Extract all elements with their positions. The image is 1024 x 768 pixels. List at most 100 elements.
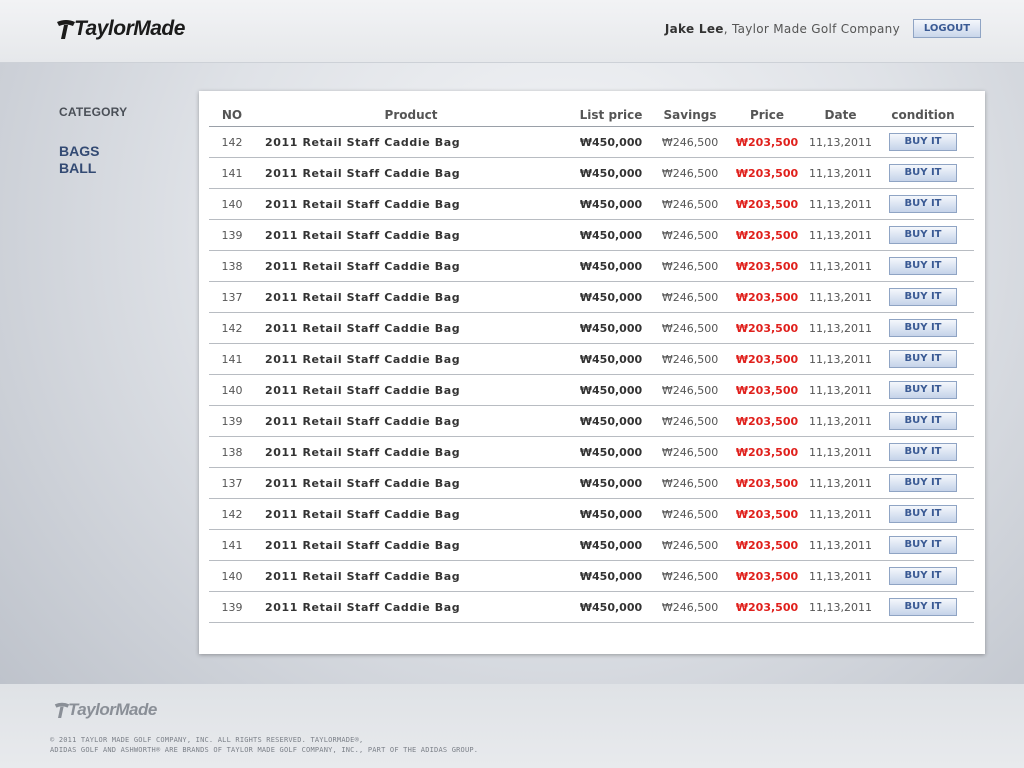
- row-list-price: ₩450,000: [567, 374, 656, 406]
- row-price: ₩203,500: [725, 560, 810, 592]
- row-condition: BUY IT: [872, 529, 974, 561]
- row-savings: ₩246,500: [655, 188, 726, 220]
- row-condition: BUY IT: [872, 591, 974, 623]
- row-no: 142: [209, 498, 255, 530]
- taylormade-logo[interactable]: TaylorMade: [56, 17, 185, 41]
- product-panel: NO Product List price Savings Price Date…: [199, 91, 985, 654]
- row-price: ₩203,500: [725, 343, 810, 375]
- footer-brand-name: TaylorMade: [68, 700, 157, 719]
- copyright-line-2: ADIDAS GOLF AND ASHWORTH® ARE BRANDS OF …: [50, 746, 479, 754]
- category-item-bags[interactable]: BAGS: [59, 143, 127, 160]
- table-row: 139 2011 Retail Staff Caddie Bag ₩450,000 ₩…: [209, 405, 974, 437]
- col-header-no: NO: [209, 103, 255, 127]
- row-product: 2011 Retail Staff Caddie Bag: [255, 498, 568, 530]
- row-date: 11,13,2011: [809, 467, 872, 499]
- buy-it-button[interactable]: BUY IT: [889, 598, 957, 616]
- footer-logo[interactable]: TaylorMade: [54, 700, 157, 720]
- copyright-line-1: © 2011 TAYLOR MADE GOLF COMPANY, INC. AL…: [50, 736, 364, 744]
- buy-it-button[interactable]: BUY IT: [889, 350, 957, 368]
- category-list: BAGS BALL: [59, 143, 127, 177]
- row-date: 11,13,2011: [809, 126, 872, 158]
- header: TaylorMade Jake Lee, Taylor Made Golf Co…: [0, 0, 1024, 63]
- row-date: 11,13,2011: [809, 405, 872, 437]
- row-product: 2011 Retail Staff Caddie Bag: [255, 560, 568, 592]
- buy-it-button[interactable]: BUY IT: [889, 164, 957, 182]
- row-list-price: ₩450,000: [567, 467, 656, 499]
- row-savings: ₩246,500: [655, 529, 726, 561]
- buy-it-button[interactable]: BUY IT: [889, 226, 957, 244]
- row-list-price: ₩450,000: [567, 591, 656, 623]
- row-condition: BUY IT: [872, 126, 974, 158]
- row-list-price: ₩450,000: [567, 281, 656, 313]
- row-condition: BUY IT: [872, 374, 974, 406]
- row-savings: ₩246,500: [655, 374, 726, 406]
- row-price: ₩203,500: [725, 467, 810, 499]
- table-row: 139 2011 Retail Staff Caddie Bag ₩450,000 ₩…: [209, 219, 974, 251]
- table-row: 137 2011 Retail Staff Caddie Bag ₩450,000 ₩…: [209, 281, 974, 313]
- row-condition: BUY IT: [872, 157, 974, 189]
- buy-it-button[interactable]: BUY IT: [889, 412, 957, 430]
- row-condition: BUY IT: [872, 498, 974, 530]
- row-condition: BUY IT: [872, 312, 974, 344]
- row-condition: BUY IT: [872, 343, 974, 375]
- buy-it-button[interactable]: BUY IT: [889, 443, 957, 461]
- row-savings: ₩246,500: [655, 560, 726, 592]
- row-product: 2011 Retail Staff Caddie Bag: [255, 343, 568, 375]
- row-price: ₩203,500: [725, 126, 810, 158]
- row-date: 11,13,2011: [809, 436, 872, 468]
- row-savings: ₩246,500: [655, 250, 726, 282]
- table-row: 142 2011 Retail Staff Caddie Bag ₩450,000 ₩…: [209, 126, 974, 158]
- row-date: 11,13,2011: [809, 250, 872, 282]
- buy-it-button[interactable]: BUY IT: [889, 319, 957, 337]
- row-no: 138: [209, 436, 255, 468]
- col-header-product: Product: [255, 103, 568, 127]
- row-no: 141: [209, 529, 255, 561]
- row-no: 137: [209, 281, 255, 313]
- buy-it-button[interactable]: BUY IT: [889, 536, 957, 554]
- row-product: 2011 Retail Staff Caddie Bag: [255, 312, 568, 344]
- row-product: 2011 Retail Staff Caddie Bag: [255, 529, 568, 561]
- row-date: 11,13,2011: [809, 219, 872, 251]
- row-product: 2011 Retail Staff Caddie Bag: [255, 374, 568, 406]
- table-row: 141 2011 Retail Staff Caddie Bag ₩450,000 ₩…: [209, 157, 974, 189]
- table-row: 142 2011 Retail Staff Caddie Bag ₩450,000 ₩…: [209, 498, 974, 530]
- col-header-condition: condition: [872, 103, 974, 127]
- row-condition: BUY IT: [872, 560, 974, 592]
- row-list-price: ₩450,000: [567, 436, 656, 468]
- logout-button[interactable]: LOGOUT: [913, 19, 981, 38]
- buy-it-button[interactable]: BUY IT: [889, 195, 957, 213]
- buy-it-button[interactable]: BUY IT: [889, 133, 957, 151]
- buy-it-button[interactable]: BUY IT: [889, 505, 957, 523]
- footer: TaylorMade © 2011 TAYLOR MADE GOLF COMPA…: [0, 684, 1024, 768]
- buy-it-button[interactable]: BUY IT: [889, 381, 957, 399]
- row-date: 11,13,2011: [809, 312, 872, 344]
- row-date: 11,13,2011: [809, 498, 872, 530]
- row-savings: ₩246,500: [655, 312, 726, 344]
- table-header-row: NO Product List price Savings Price Date…: [209, 103, 974, 127]
- category-title: CATEGORY: [59, 105, 128, 119]
- row-price: ₩203,500: [725, 591, 810, 623]
- buy-it-button[interactable]: BUY IT: [889, 567, 957, 585]
- category-item-ball[interactable]: BALL: [59, 160, 127, 177]
- row-date: 11,13,2011: [809, 374, 872, 406]
- row-no: 141: [209, 157, 255, 189]
- row-savings: ₩246,500: [655, 126, 726, 158]
- table-row: 140 2011 Retail Staff Caddie Bag ₩450,000 ₩…: [209, 560, 974, 592]
- row-list-price: ₩450,000: [567, 498, 656, 530]
- buy-it-button[interactable]: BUY IT: [889, 288, 957, 306]
- row-condition: BUY IT: [872, 281, 974, 313]
- row-product: 2011 Retail Staff Caddie Bag: [255, 250, 568, 282]
- row-date: 11,13,2011: [809, 188, 872, 220]
- row-list-price: ₩450,000: [567, 188, 656, 220]
- row-date: 11,13,2011: [809, 560, 872, 592]
- row-condition: BUY IT: [872, 467, 974, 499]
- table-row: 140 2011 Retail Staff Caddie Bag ₩450,000 ₩…: [209, 374, 974, 406]
- buy-it-button[interactable]: BUY IT: [889, 474, 957, 492]
- row-price: ₩203,500: [725, 219, 810, 251]
- row-no: 139: [209, 405, 255, 437]
- buy-it-button[interactable]: BUY IT: [889, 257, 957, 275]
- row-price: ₩203,500: [725, 281, 810, 313]
- row-price: ₩203,500: [725, 498, 810, 530]
- row-price: ₩203,500: [725, 312, 810, 344]
- row-no: 139: [209, 591, 255, 623]
